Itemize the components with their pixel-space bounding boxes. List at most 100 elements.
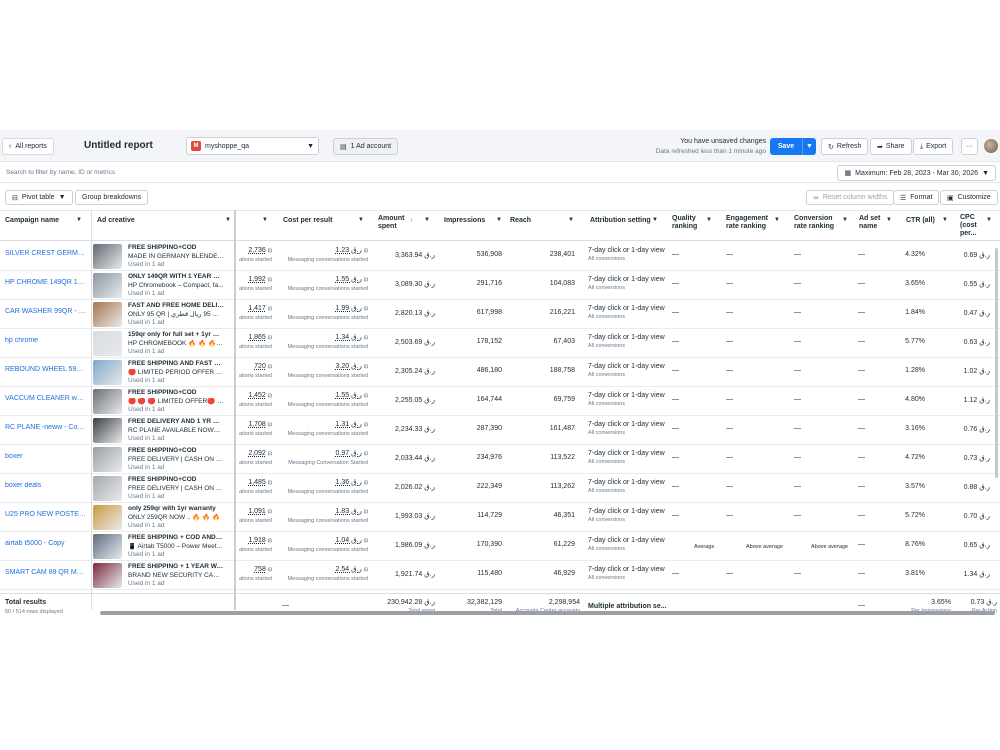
results-value[interactable]: 1,992 — [248, 276, 266, 283]
chevron-down-icon[interactable]: ▼ — [496, 217, 502, 223]
campaign-name-link[interactable]: CAR WASHER 99QR - P... — [5, 308, 87, 315]
sort-descending-icon[interactable]: ↓ — [410, 217, 413, 223]
chevron-down-icon[interactable]: ▼ — [886, 217, 892, 223]
table-row[interactable]: hp chrome 159qr only for full set + 1yr … — [0, 329, 1000, 358]
save-options-chevron-icon[interactable]: ▼ — [802, 138, 816, 155]
info-icon[interactable]: ⊡ — [268, 277, 272, 283]
header-impressions[interactable]: Impressions — [444, 217, 485, 225]
campaign-name-link[interactable]: airtab t5000 - Copy — [5, 540, 87, 547]
cost-per-result-value[interactable]: 1.31 ر.ق — [336, 421, 362, 428]
refresh-button[interactable]: ↻ Refresh — [821, 138, 869, 155]
results-value[interactable]: 1,708 — [248, 421, 266, 428]
header-ad-creative[interactable]: Ad creative — [97, 217, 135, 225]
ad-creative-cell[interactable]: FAST AND FREE HOME DELIVE... ONLY 95 QR … — [128, 302, 224, 328]
table-row[interactable]: REBOUND WHEEL 59Q... FREE SHIPPING AND F… — [0, 358, 1000, 387]
ad-thumbnail[interactable] — [93, 476, 122, 501]
info-icon[interactable]: ⊡ — [268, 480, 272, 486]
cost-per-result-value[interactable]: 1.04 ر.ق — [336, 537, 362, 544]
ad-creative-cell[interactable]: FREE SHIPPING+COD FREE DELIVERY | CASH O… — [128, 447, 224, 473]
info-icon[interactable]: ⊡ — [268, 306, 272, 312]
info-icon[interactable]: ⊡ — [364, 451, 368, 457]
table-row[interactable]: boxer deals FREE SHIPPING+COD FREE DELIV… — [0, 474, 1000, 503]
chevron-down-icon[interactable]: ▼ — [424, 217, 430, 223]
ad-thumbnail[interactable] — [93, 389, 122, 414]
ad-thumbnail[interactable] — [93, 331, 122, 356]
ad-creative-cell[interactable]: FREE SHIPPING+COD FREE DELIVERY | CASH O… — [128, 476, 224, 502]
results-value[interactable]: 720 — [254, 363, 266, 370]
header-cost-per-result[interactable]: Cost per result — [283, 217, 332, 225]
header-ad-set-name[interactable]: Ad set name — [859, 215, 880, 231]
results-value[interactable]: 1,485 — [248, 479, 266, 486]
campaign-name-link[interactable]: boxer — [5, 453, 87, 460]
ad-thumbnail[interactable] — [93, 244, 122, 269]
results-value[interactable]: 2,092 — [248, 450, 266, 457]
ad-thumbnail[interactable] — [93, 534, 122, 559]
info-icon[interactable]: ⊡ — [364, 480, 368, 486]
info-icon[interactable]: ⊡ — [364, 567, 368, 573]
header-engagement-rate-ranking[interactable]: Engagement rate ranking — [726, 215, 768, 231]
date-range-picker[interactable]: ▦ Maximum: Feb 28, 2023 - Mar 30, 2026 ▼ — [837, 165, 996, 181]
ad-creative-cell[interactable]: 159qr only for full set + 1yr war... HP … — [128, 331, 224, 357]
table-row[interactable]: HP CHROME 149QR 14/... ONLY 149QR WITH 1… — [0, 271, 1000, 300]
ad-thumbnail[interactable] — [93, 273, 122, 298]
campaign-name-link[interactable]: VACCUM CLEANER wai... — [5, 395, 87, 402]
info-icon[interactable]: ⊡ — [364, 422, 368, 428]
save-button[interactable]: Save ▼ — [770, 138, 816, 155]
info-icon[interactable]: ⊡ — [364, 306, 368, 312]
info-icon[interactable]: ⊡ — [268, 393, 272, 399]
results-value[interactable]: 758 — [254, 566, 266, 573]
search-input[interactable]: Search to filter by name, ID or metrics — [6, 169, 115, 176]
results-value[interactable]: 1,091 — [248, 508, 266, 515]
header-cpc[interactable]: CPC (cost per... — [960, 214, 977, 238]
chevron-down-icon[interactable]: ▼ — [358, 217, 364, 223]
ad-creative-cell[interactable]: FREE SHIPPING+COD MADE IN GERMANY BLENDE… — [128, 244, 224, 270]
all-reports-button[interactable]: ‹ All reports — [2, 138, 54, 155]
table-row[interactable]: U25 PRO NEW POSTER ... only 259qr with 1… — [0, 503, 1000, 532]
ad-creative-cell[interactable]: only 259qr with 1yr warranty ONLY 259QR … — [128, 505, 224, 531]
campaign-name-link[interactable]: hp chrome — [5, 337, 87, 344]
chevron-down-icon[interactable]: ▼ — [942, 217, 948, 223]
ad-thumbnail[interactable] — [93, 447, 122, 472]
table-row[interactable]: RC PLANE -neww - Copy 3 FREE DELIVERY AN… — [0, 416, 1000, 445]
format-button[interactable]: ☰ Format — [893, 190, 940, 205]
ad-creative-cell[interactable]: ONLY 149QR WITH 1 YEAR WA... HP Chromebo… — [128, 273, 224, 299]
ad-thumbnail[interactable] — [93, 418, 122, 443]
cost-per-result-value[interactable]: 1.34 ر.ق — [336, 334, 362, 341]
ad-creative-cell[interactable]: FREE SHIPPING+COD 🔴 🔴 🔴 LIMITED OFFER🔴 🔴… — [128, 389, 224, 415]
table-row[interactable]: airtab t5000 - Copy FREE SHIPPING + COD … — [0, 532, 1000, 561]
info-icon[interactable]: ⊡ — [268, 248, 272, 254]
chevron-down-icon[interactable]: ▼ — [652, 217, 658, 223]
header-campaign-name[interactable]: Campaign name — [5, 217, 59, 225]
campaign-name-link[interactable]: HP CHROME 149QR 14/... — [5, 279, 87, 286]
pivot-table-button[interactable]: ⊟ Pivot table ▼ — [5, 190, 73, 205]
header-conversion-rate-ranking[interactable]: Conversion rate ranking — [794, 215, 834, 231]
header-amount-spent[interactable]: Amount spent — [378, 215, 404, 231]
cost-per-result-value[interactable]: 2.54 ر.ق — [336, 566, 362, 573]
info-icon[interactable]: ⊡ — [364, 248, 368, 254]
export-button[interactable]: ⤓ Export — [913, 138, 954, 155]
cost-per-result-value[interactable]: 1.55 ر.ق — [336, 276, 362, 283]
cost-per-result-value[interactable]: 1.23 ر.ق — [336, 247, 362, 254]
campaign-name-link[interactable]: REBOUND WHEEL 59Q... — [5, 366, 87, 373]
info-icon[interactable]: ⊡ — [268, 567, 272, 573]
results-value[interactable]: 1,417 — [248, 305, 266, 312]
table-row[interactable]: boxer FREE SHIPPING+COD FREE DELIVERY | … — [0, 445, 1000, 474]
info-icon[interactable]: ⊡ — [364, 364, 368, 370]
campaign-name-link[interactable]: U25 PRO NEW POSTER ... — [5, 511, 87, 518]
chevron-down-icon[interactable]: ▼ — [568, 217, 574, 223]
campaign-name-link[interactable]: SILVER CREST GERMAN — [5, 250, 87, 257]
ad-thumbnail[interactable] — [93, 302, 122, 327]
reset-column-widths-button[interactable]: ⇹ Reset column widths — [806, 190, 895, 205]
cost-per-result-value[interactable]: 0.97 ر.ق — [336, 450, 362, 457]
report-title[interactable]: Untitled report — [84, 140, 153, 151]
campaign-name-link[interactable]: boxer deals — [5, 482, 87, 489]
results-value[interactable]: 2,736 — [248, 247, 266, 254]
chevron-down-icon[interactable]: ▼ — [774, 217, 780, 223]
header-ctr-all[interactable]: CTR (all) — [906, 217, 935, 225]
info-icon[interactable]: ⊡ — [268, 451, 272, 457]
info-icon[interactable]: ⊡ — [364, 277, 368, 283]
account-selector[interactable]: M myshoppe_qa ▼ — [186, 137, 319, 155]
table-row[interactable]: VACCUM CLEANER wai... FREE SHIPPING+COD … — [0, 387, 1000, 416]
table-row[interactable]: SMART CAM 89 QR MAIN FREE SHIPPING + 1 Y… — [0, 561, 1000, 590]
vertical-scrollbar[interactable] — [995, 248, 998, 478]
